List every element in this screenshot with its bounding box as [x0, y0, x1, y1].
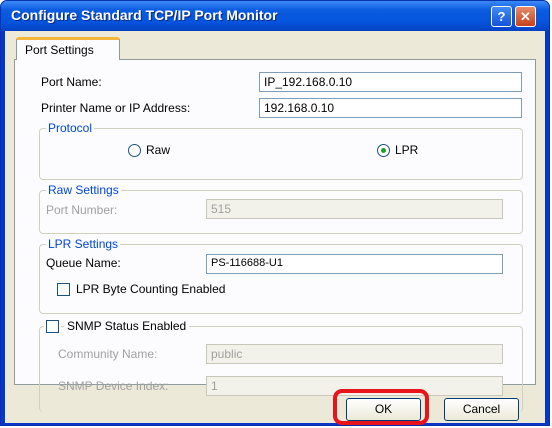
lpr-radio[interactable] [377, 144, 390, 157]
help-button[interactable]: ? [491, 6, 512, 27]
port-name-label: Port Name: [41, 75, 102, 89]
port-number-input[interactable]: 515 [206, 199, 503, 219]
printer-address-input[interactable]: 192.168.0.10 [259, 98, 522, 118]
lpr-radio-label[interactable]: LPR [395, 143, 418, 157]
lpr-byte-counting-checkbox[interactable] [57, 283, 70, 296]
port-number-label: Port Number: [46, 203, 118, 217]
lpr-settings-group: LPR Settings Queue Name: PS-116688-U1 LP… [39, 237, 523, 314]
raw-radio-label[interactable]: Raw [146, 143, 170, 157]
ok-button-highlight [333, 389, 429, 425]
printer-address-label: Printer Name or IP Address: [41, 101, 191, 115]
queue-name-input[interactable]: PS-116688-U1 [206, 254, 503, 274]
tab-panel: Port Name: IP_192.168.0.10 Printer Name … [14, 59, 536, 412]
raw-settings-group-label: Raw Settings [46, 183, 121, 197]
dialog-window: Configure Standard TCP/IP Port Monitor ?… [0, 0, 550, 426]
snmp-device-index-label: SNMP Device Index: [58, 379, 169, 393]
close-button[interactable]: ✕ [515, 6, 536, 27]
snmp-status-checkbox[interactable] [44, 318, 61, 335]
raw-settings-group: Raw Settings Port Number: 515 [39, 183, 523, 234]
title-bar[interactable]: Configure Standard TCP/IP Port Monitor ?… [1, 1, 549, 31]
protocol-group-label: Protocol [46, 121, 95, 135]
community-name-input[interactable]: public [206, 344, 503, 364]
window-title: Configure Standard TCP/IP Port Monitor [11, 7, 278, 23]
tab-port-settings[interactable]: Port Settings [16, 37, 120, 60]
community-name-label: Community Name: [58, 347, 158, 361]
raw-radio[interactable] [128, 144, 141, 157]
snmp-status-label[interactable]: SNMP Status Enabled [64, 319, 190, 333]
lpr-settings-group-label: LPR Settings [46, 237, 121, 251]
port-name-input[interactable]: IP_192.168.0.10 [259, 72, 522, 92]
lpr-byte-counting-label[interactable]: LPR Byte Counting Enabled [76, 282, 225, 296]
protocol-group: Protocol Raw LPR [39, 121, 523, 180]
dialog-client-area: Port Settings Port Name: IP_192.168.0.10… [5, 31, 545, 423]
queue-name-label: Queue Name: [46, 256, 121, 270]
cancel-button[interactable]: Cancel [444, 398, 519, 421]
